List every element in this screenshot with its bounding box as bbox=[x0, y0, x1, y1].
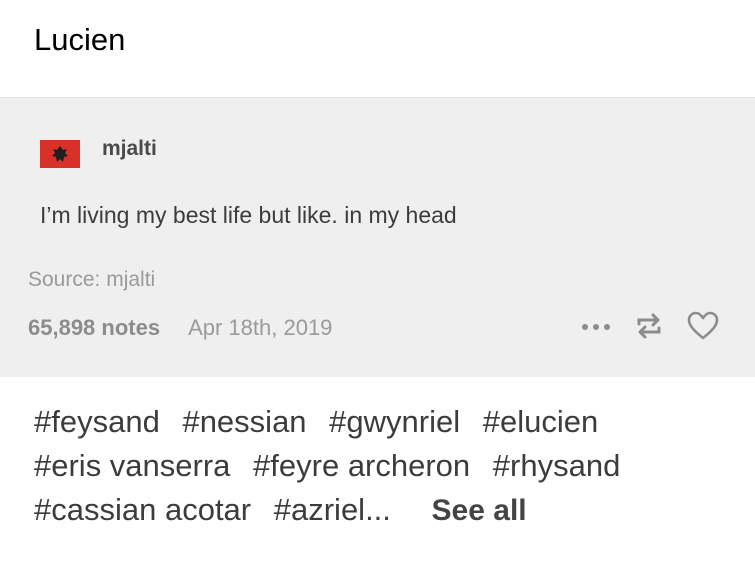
albania-flag-icon[interactable] bbox=[40, 140, 80, 168]
tag-item[interactable]: #gwynriel bbox=[329, 404, 460, 439]
tag-item[interactable]: #cassian acotar bbox=[34, 492, 251, 527]
page-title: Lucien bbox=[34, 22, 126, 57]
post-source[interactable]: Source: mjalti bbox=[28, 268, 155, 292]
notes-count[interactable]: 65,898 notes bbox=[28, 315, 160, 341]
tag-item[interactable]: #azriel... bbox=[274, 492, 391, 527]
page: Lucien mjalti I’m living my best life bu… bbox=[0, 0, 755, 563]
post-actions bbox=[581, 311, 719, 346]
tag-item[interactable]: #elucien bbox=[483, 404, 598, 439]
tag-item[interactable]: #nessian bbox=[182, 404, 306, 439]
post-card: mjalti I’m living my best life but like.… bbox=[0, 97, 755, 377]
post-body-text: I’m living my best life but like. in my … bbox=[40, 202, 457, 228]
reblog-icon[interactable] bbox=[633, 312, 665, 345]
post-username[interactable]: mjalti bbox=[102, 137, 157, 161]
tag-item[interactable]: #rhysand bbox=[493, 448, 621, 483]
see-all-button[interactable]: See all bbox=[432, 494, 527, 527]
more-icon[interactable] bbox=[581, 319, 611, 337]
tag-list: #feysand #nessian #gwynriel #elucien #er… bbox=[34, 400, 724, 533]
tag-item[interactable]: #feysand bbox=[34, 404, 160, 439]
tag-item[interactable]: #feyre archeron bbox=[253, 448, 470, 483]
tag-item[interactable]: #eris vanserra bbox=[34, 448, 230, 483]
post-header: mjalti bbox=[40, 137, 157, 168]
heart-icon[interactable] bbox=[687, 311, 719, 346]
post-date: Apr 18th, 2019 bbox=[188, 315, 333, 340]
post-footer: 65,898 notes Apr 18th, 2019 bbox=[28, 311, 719, 346]
